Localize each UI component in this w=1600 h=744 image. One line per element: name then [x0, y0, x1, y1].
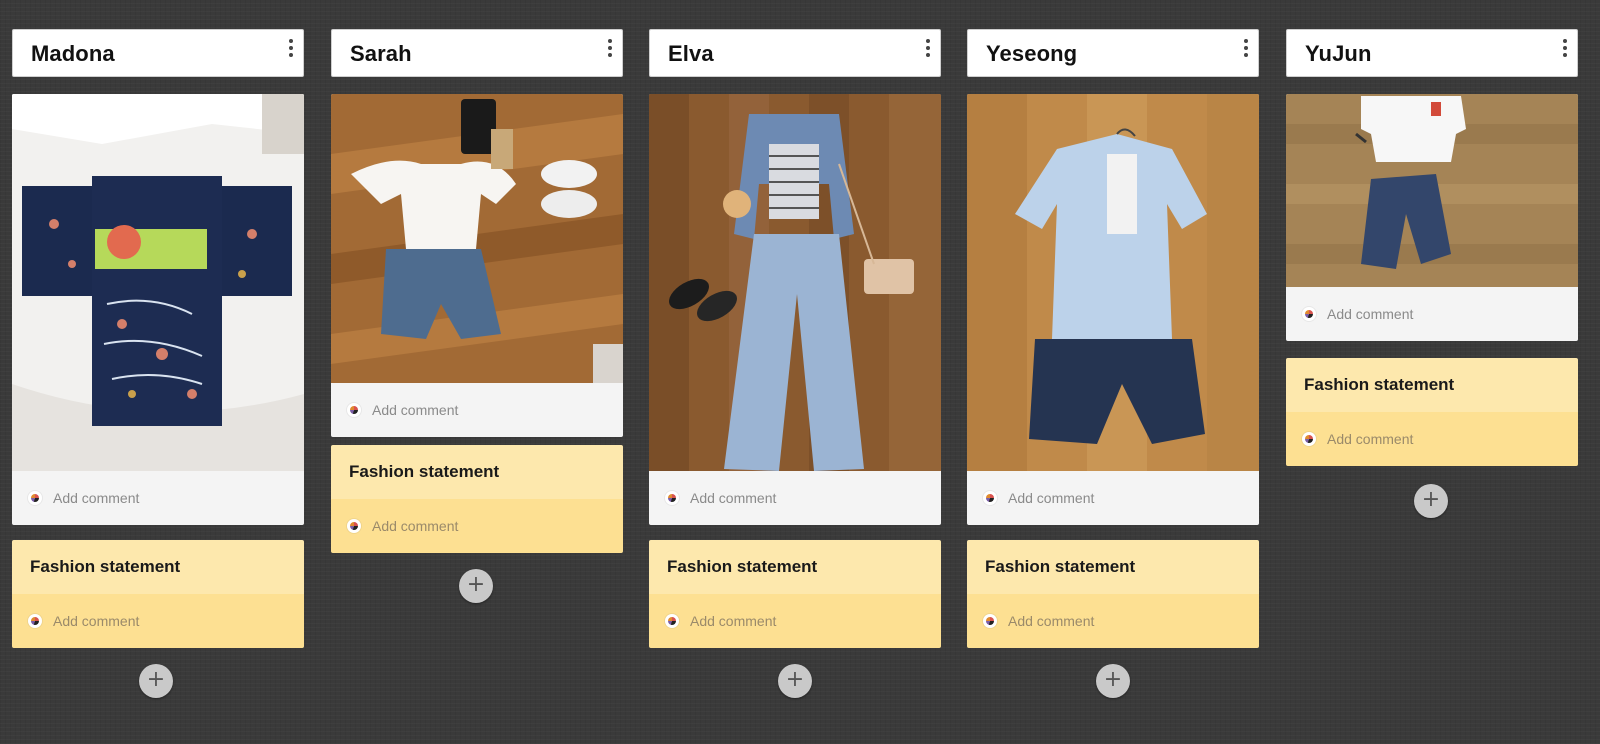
comment-row[interactable]: Add comment	[331, 383, 623, 437]
user-avatar-icon	[665, 614, 679, 628]
note-title: Fashion statement	[30, 557, 181, 576]
note-header: Fashion statement	[331, 445, 623, 499]
add-post-button[interactable]: +	[139, 664, 173, 698]
plus-icon: +	[466, 572, 486, 597]
note-header: Fashion statement	[649, 540, 941, 594]
column-header: Yeseong	[967, 29, 1259, 77]
column-title: Sarah	[350, 41, 412, 66]
comment-row[interactable]: Add comment	[331, 499, 623, 553]
user-avatar-icon	[347, 403, 361, 417]
add-comment-field[interactable]: Add comment	[372, 402, 458, 418]
outfit-photo[interactable]	[331, 94, 623, 383]
add-comment-field[interactable]: Add comment	[1008, 613, 1094, 629]
comment-row[interactable]: Add comment	[1286, 412, 1578, 466]
photo-post[interactable]: Add comment	[331, 94, 623, 437]
column-title: Madona	[31, 41, 115, 66]
more-vertical-icon[interactable]	[1561, 39, 1569, 59]
add-comment-field[interactable]: Add comment	[1327, 306, 1413, 322]
add-post-button[interactable]: +	[1096, 664, 1130, 698]
note-header: Fashion statement	[1286, 358, 1578, 412]
add-comment-field[interactable]: Add comment	[1327, 431, 1413, 447]
note-post[interactable]: Fashion statement Add comment	[649, 540, 941, 648]
add-comment-field[interactable]: Add comment	[53, 490, 139, 506]
plus-icon: +	[1421, 487, 1441, 512]
comment-row[interactable]: Add comment	[12, 594, 304, 648]
comment-row[interactable]: Add comment	[649, 594, 941, 648]
note-header: Fashion statement	[967, 540, 1259, 594]
add-comment-field[interactable]: Add comment	[690, 613, 776, 629]
add-comment-field[interactable]: Add comment	[1008, 490, 1094, 506]
note-title: Fashion statement	[349, 462, 500, 481]
photo-post[interactable]: Add comment	[1286, 94, 1578, 341]
outfit-photo[interactable]	[967, 94, 1259, 471]
more-vertical-icon[interactable]	[924, 39, 932, 59]
column-header: YuJun	[1286, 29, 1578, 77]
note-post[interactable]: Fashion statement Add comment	[12, 540, 304, 648]
note-title: Fashion statement	[1304, 375, 1455, 394]
user-avatar-icon	[983, 614, 997, 628]
note-post[interactable]: Fashion statement Add comment	[331, 445, 623, 553]
more-vertical-icon[interactable]	[606, 39, 614, 59]
user-avatar-icon	[1302, 432, 1316, 446]
note-title: Fashion statement	[985, 557, 1136, 576]
comment-row[interactable]: Add comment	[967, 471, 1259, 525]
column-title: Elva	[668, 41, 714, 66]
user-avatar-icon	[28, 491, 42, 505]
note-post[interactable]: Fashion statement Add comment	[1286, 358, 1578, 466]
add-comment-field[interactable]: Add comment	[372, 518, 458, 534]
user-avatar-icon	[28, 614, 42, 628]
user-avatar-icon	[983, 491, 997, 505]
user-avatar-icon	[347, 519, 361, 533]
more-vertical-icon[interactable]	[287, 39, 295, 59]
column-header: Madona	[12, 29, 304, 77]
note-title: Fashion statement	[667, 557, 818, 576]
more-vertical-icon[interactable]	[1242, 39, 1250, 59]
outfit-photo[interactable]	[12, 94, 304, 471]
column-title: Yeseong	[986, 41, 1078, 66]
photo-post[interactable]: Add comment	[12, 94, 304, 525]
plus-icon: +	[1103, 667, 1123, 692]
photo-post[interactable]: Add comment	[649, 94, 941, 525]
user-avatar-icon	[665, 491, 679, 505]
add-comment-field[interactable]: Add comment	[690, 490, 776, 506]
add-post-button[interactable]: +	[1414, 484, 1448, 518]
comment-row[interactable]: Add comment	[12, 471, 304, 525]
comment-row[interactable]: Add comment	[1286, 287, 1578, 341]
photo-post[interactable]: Add comment	[967, 94, 1259, 525]
user-avatar-icon	[1302, 307, 1316, 321]
note-post[interactable]: Fashion statement Add comment	[967, 540, 1259, 648]
plus-icon: +	[785, 667, 805, 692]
column-header: Elva	[649, 29, 941, 77]
column-header: Sarah	[331, 29, 623, 77]
outfit-photo[interactable]	[649, 94, 941, 471]
plus-icon: +	[146, 667, 166, 692]
comment-row[interactable]: Add comment	[967, 594, 1259, 648]
add-post-button[interactable]: +	[778, 664, 812, 698]
column-title: YuJun	[1305, 41, 1372, 66]
comment-row[interactable]: Add comment	[649, 471, 941, 525]
add-post-button[interactable]: +	[459, 569, 493, 603]
note-header: Fashion statement	[12, 540, 304, 594]
outfit-photo[interactable]	[1286, 94, 1578, 287]
add-comment-field[interactable]: Add comment	[53, 613, 139, 629]
